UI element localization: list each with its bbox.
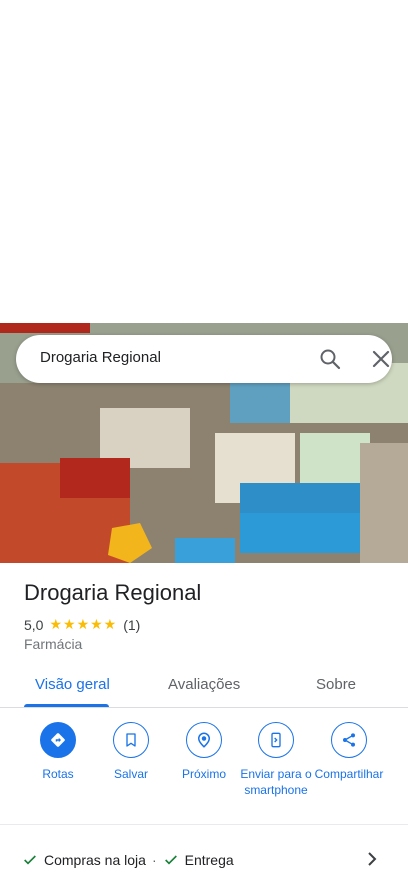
directions-label: Rotas	[42, 767, 74, 781]
place-category: Farmácia	[24, 636, 83, 652]
reviews-count[interactable]: (1)	[123, 617, 140, 633]
tab-about[interactable]: Sobre	[316, 676, 356, 693]
rating-stars-icon: ★★★★★	[49, 616, 118, 632]
nearby-button[interactable]: Próximo	[166, 722, 242, 782]
check-icon	[24, 855, 36, 865]
map-blank-area	[0, 0, 408, 323]
chevron-right-icon[interactable]	[364, 850, 380, 868]
directions-button[interactable]: Rotas	[20, 722, 96, 782]
close-icon[interactable]	[369, 347, 393, 371]
place-name: Drogaria Regional	[24, 580, 202, 605]
service-separator: ·	[151, 852, 157, 868]
service-delivery: Entrega	[184, 852, 234, 868]
tab-overview[interactable]: Visão geral	[35, 676, 110, 693]
save-button[interactable]: Salvar	[93, 722, 169, 782]
tab-reviews[interactable]: Avaliações	[168, 676, 240, 693]
share-button[interactable]: Compartilhar	[311, 722, 387, 782]
tab-bar: Visão geral Avaliações Sobre	[0, 664, 408, 708]
tab-active-indicator	[24, 704, 109, 707]
save-label: Salvar	[113, 767, 148, 781]
rating-line[interactable]: 5,0 ★★★★★ (1)	[24, 616, 140, 633]
bookmark-icon	[113, 722, 149, 758]
share-label: Compartilhar	[314, 767, 384, 781]
check-icon	[164, 855, 177, 865]
service-options[interactable]: Compras na loja · Entrega	[22, 852, 234, 868]
nearby-label: Próximo	[181, 767, 226, 781]
search-bar[interactable]: Drogaria Regional	[16, 335, 392, 383]
search-icon[interactable]	[318, 347, 342, 371]
share-icon	[331, 722, 367, 758]
service-in-store: Compras na loja	[44, 852, 146, 868]
send-to-phone-button[interactable]: Enviar para o smartphone	[238, 722, 314, 798]
action-buttons: Rotas Salvar Próximo Enviar para o smart…	[0, 722, 408, 822]
search-query[interactable]: Drogaria Regional	[40, 349, 161, 366]
send-to-phone-label: Enviar para o smartphone	[240, 767, 312, 797]
section-divider	[0, 824, 408, 825]
send-to-phone-icon	[258, 722, 294, 758]
rating-value: 5,0	[24, 616, 44, 633]
directions-icon	[40, 722, 76, 758]
nearby-icon	[186, 722, 222, 758]
